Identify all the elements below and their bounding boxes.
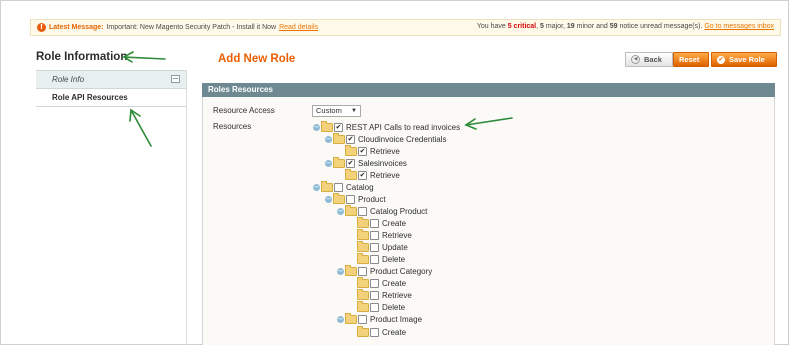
annotation-arrow-tree <box>464 117 513 130</box>
annotation-arrows <box>122 51 513 147</box>
annotation-arrow-tab <box>129 108 152 147</box>
annotation-arrow-title <box>122 51 166 63</box>
